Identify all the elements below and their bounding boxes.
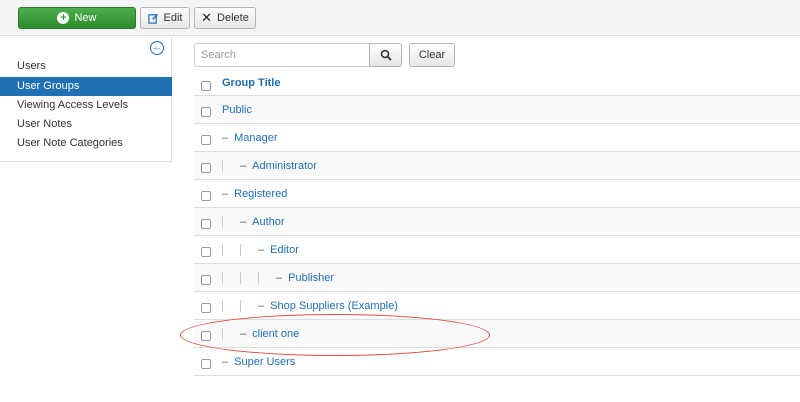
tree-indent-line (240, 272, 241, 284)
plus-icon: + (57, 12, 70, 24)
group-title-cell: – Editor (222, 236, 299, 264)
clear-button[interactable]: Clear (409, 43, 455, 67)
table-row: – Super Users (194, 348, 800, 376)
delete-button[interactable]: ✕ Delete (194, 7, 256, 29)
edit-icon (147, 13, 158, 24)
new-button-label: New (74, 12, 97, 24)
close-icon: ✕ (201, 10, 213, 25)
tree-indent-line (222, 300, 223, 312)
row-checkbox[interactable] (201, 107, 211, 117)
group-title-cell: – client one (222, 320, 299, 348)
select-all-checkbox[interactable] (201, 81, 211, 91)
sidebar-item-user-notes[interactable]: User Notes (0, 115, 172, 134)
group-title-cell: – Registered (222, 180, 287, 208)
table-row: Public (194, 96, 800, 124)
row-checkbox[interactable] (201, 219, 211, 229)
group-title-cell: – Shop Suppliers (Example) (222, 292, 398, 320)
tree-dash: – (240, 160, 247, 172)
row-checkbox[interactable] (201, 359, 211, 369)
tree-indent-line (222, 244, 223, 256)
sidebar-item-user-groups[interactable]: User Groups (0, 77, 172, 96)
row-checkbox[interactable] (201, 191, 211, 201)
table-row: – Shop Suppliers (Example) (194, 292, 800, 320)
table-row: – Administrator (194, 152, 800, 180)
group-title-link[interactable]: Publisher (288, 272, 334, 284)
tree-indent-line (222, 328, 223, 340)
table-header: Group Title (194, 70, 800, 96)
tree-indent-line (222, 272, 223, 284)
table-row: – Publisher (194, 264, 800, 292)
tree-indent-line (240, 244, 241, 256)
sidebar-item-viewing-access-levels[interactable]: Viewing Access Levels (0, 96, 172, 115)
group-title-cell: – Super Users (222, 348, 295, 376)
table-row: – Editor (194, 236, 800, 264)
group-title-link[interactable]: Shop Suppliers (Example) (270, 300, 398, 312)
row-checkbox[interactable] (201, 163, 211, 173)
group-title-cell: – Manager (222, 124, 278, 152)
group-title-link[interactable]: Registered (234, 188, 287, 200)
tree-indent-line (222, 216, 223, 228)
delete-button-label: Delete (217, 12, 249, 24)
search-input[interactable] (194, 43, 370, 67)
table-row: – Author (194, 208, 800, 236)
row-checkbox[interactable] (201, 303, 211, 313)
search-button[interactable] (369, 43, 402, 67)
tree-indent-line (222, 160, 223, 172)
group-title-link[interactable]: client one (252, 328, 299, 340)
table-row: – Registered (194, 180, 800, 208)
tree-dash: – (222, 132, 229, 144)
group-title-link[interactable]: Author (252, 216, 284, 228)
group-title-link[interactable]: Editor (270, 244, 299, 256)
row-checkbox[interactable] (201, 247, 211, 257)
group-title-cell: Public (222, 96, 252, 124)
new-button[interactable]: + New (18, 7, 136, 29)
row-checkbox[interactable] (201, 275, 211, 285)
tree-dash: – (276, 272, 283, 284)
table-body: Public – Manager – Administrator – Registered –… (194, 96, 800, 376)
collapse-sidebar-icon[interactable]: ← (150, 41, 164, 55)
tree-dash: – (222, 188, 229, 200)
toolbar: + New Edit ✕ Delete (0, 0, 800, 36)
group-title-link[interactable]: Super Users (234, 356, 295, 368)
tree-indent-line (240, 300, 241, 312)
group-title-column-header[interactable]: Group Title (222, 77, 280, 89)
sidebar: ← Users User Groups Viewing Access Level… (0, 36, 172, 162)
group-title-cell: – Administrator (222, 152, 317, 180)
sidebar-item-user-note-categories[interactable]: User Note Categories (0, 134, 172, 153)
group-title-cell: – Publisher (222, 264, 334, 292)
edit-button-label: Edit (163, 12, 183, 24)
group-title-cell: – Author (222, 208, 285, 236)
edit-button[interactable]: Edit (140, 7, 190, 29)
tree-indent-line (258, 272, 259, 284)
user-groups-table: Group Title Public – Manager – Administrator… (194, 70, 800, 376)
group-title-link[interactable]: Manager (234, 132, 277, 144)
tree-dash: – (222, 356, 229, 368)
tree-dash: – (240, 328, 247, 340)
row-checkbox[interactable] (201, 135, 211, 145)
tree-dash: – (240, 216, 247, 228)
search-icon (380, 49, 392, 61)
group-title-link[interactable]: Public (222, 104, 252, 116)
tree-dash: – (258, 300, 265, 312)
sidebar-item-users[interactable]: Users (0, 57, 172, 76)
table-row: – client one (194, 320, 800, 348)
table-row: – Manager (194, 124, 800, 152)
tree-dash: – (258, 244, 265, 256)
row-checkbox[interactable] (201, 331, 211, 341)
group-title-link[interactable]: Administrator (252, 160, 317, 172)
